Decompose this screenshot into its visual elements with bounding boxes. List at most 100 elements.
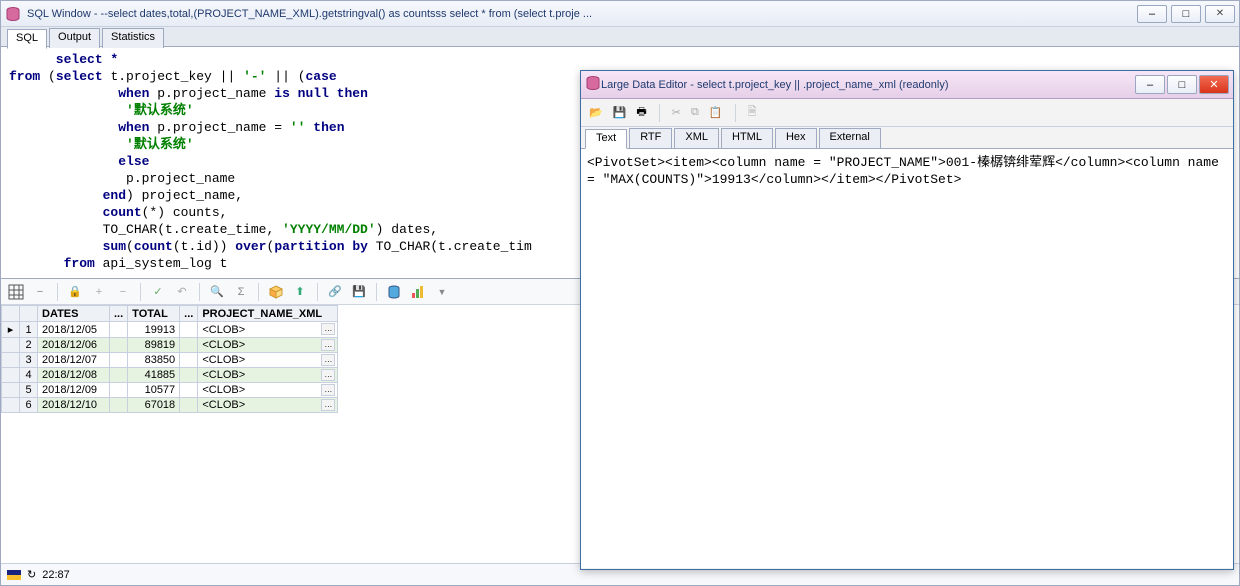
- folder-open-icon[interactable]: 📂: [589, 106, 603, 119]
- save-icon[interactable]: 💾: [350, 283, 368, 301]
- cell-dates[interactable]: 2018/12/07: [38, 353, 110, 368]
- cell-xml[interactable]: <CLOB>…: [198, 322, 338, 338]
- save-icon[interactable]: 💾: [613, 106, 627, 119]
- sql-line: 'YYYY/MM/DD': [282, 222, 376, 237]
- table-row[interactable]: 42018/12/0841885<CLOB>…: [2, 368, 338, 383]
- cell-total[interactable]: 67018: [128, 398, 180, 413]
- cell-xml[interactable]: <CLOB>…: [198, 353, 338, 368]
- table-row[interactable]: 62018/12/1067018<CLOB>…: [2, 398, 338, 413]
- cell-dates[interactable]: 2018/12/10: [38, 398, 110, 413]
- cell-xml[interactable]: <CLOB>…: [198, 383, 338, 398]
- cell-total[interactable]: 41885: [128, 368, 180, 383]
- maximize-button[interactable]: □: [1171, 5, 1201, 23]
- close-button[interactable]: ✕: [1205, 5, 1235, 23]
- tab-output[interactable]: Output: [49, 28, 100, 48]
- binoculars-icon[interactable]: 🔍: [208, 283, 226, 301]
- toolbar-sep: [659, 104, 660, 122]
- titlebar[interactable]: SQL Window - --select dates,total,(PROJE…: [1, 1, 1239, 27]
- row-marker: [2, 398, 20, 413]
- clob-expand-button[interactable]: …: [321, 354, 335, 366]
- cell-total[interactable]: 89819: [128, 338, 180, 353]
- toolbar-sep: [258, 283, 259, 301]
- sql-line: then: [305, 120, 344, 135]
- window-buttons: – □ ✕: [1137, 5, 1235, 23]
- main-tabstrip: SQL Output Statistics: [1, 27, 1239, 47]
- toolbar-sep: [317, 283, 318, 301]
- cell-dates[interactable]: 2018/12/08: [38, 368, 110, 383]
- cursor-position: 22:87: [42, 569, 70, 581]
- sql-line: over: [235, 239, 266, 254]
- cell-xml[interactable]: <CLOB>…: [198, 398, 338, 413]
- cell-dates[interactable]: 2018/12/06: [38, 338, 110, 353]
- cube-icon[interactable]: [267, 283, 285, 301]
- grid-icon[interactable]: [7, 283, 25, 301]
- cell-total[interactable]: 10577: [128, 383, 180, 398]
- grid-header-total[interactable]: TOTAL: [128, 306, 180, 322]
- tab-rtf[interactable]: RTF: [629, 128, 672, 148]
- print-icon[interactable]: 🖶: [636, 103, 646, 122]
- tab-text[interactable]: Text: [585, 129, 627, 149]
- cell-sep: [180, 353, 198, 368]
- tab-external[interactable]: External: [819, 128, 881, 148]
- sigma-icon[interactable]: Σ: [232, 283, 250, 301]
- clob-expand-button[interactable]: …: [321, 323, 335, 335]
- cell-total[interactable]: 19913: [128, 322, 180, 338]
- editor-minimize-button[interactable]: –: [1135, 75, 1165, 94]
- minus2-icon[interactable]: −: [114, 283, 132, 301]
- database-icon[interactable]: [385, 283, 403, 301]
- row-number: 2: [20, 338, 38, 353]
- data-editor-window[interactable]: Large Data Editor - select t.project_key…: [580, 70, 1234, 570]
- editor-toolbar: 📂 💾 🖶 ✂ ⧉ 📋 🗎: [581, 99, 1233, 127]
- check-icon[interactable]: ✓: [149, 283, 167, 301]
- plus-icon[interactable]: +: [90, 283, 108, 301]
- cell-sep: [180, 398, 198, 413]
- cell-dates[interactable]: 2018/12/09: [38, 383, 110, 398]
- row-number: 1: [20, 322, 38, 338]
- clob-expand-button[interactable]: …: [321, 369, 335, 381]
- cell-xml[interactable]: <CLOB>…: [198, 338, 338, 353]
- sql-line: sum: [9, 239, 126, 254]
- tab-statistics[interactable]: Statistics: [102, 28, 164, 48]
- close-icon: ✕: [1216, 8, 1224, 19]
- minimize-icon: –: [1149, 8, 1155, 20]
- copy-icon[interactable]: ⧉: [691, 106, 699, 119]
- tab-hex[interactable]: Hex: [775, 128, 817, 148]
- tab-html[interactable]: HTML: [721, 128, 773, 148]
- toolbar-sep: [735, 104, 736, 122]
- table-row[interactable]: ▸12018/12/0519913<CLOB>…: [2, 322, 338, 338]
- clob-expand-button[interactable]: …: [321, 339, 335, 351]
- table-row[interactable]: 52018/12/0910577<CLOB>…: [2, 383, 338, 398]
- sql-line: case: [306, 69, 337, 84]
- paste-icon[interactable]: 📋: [709, 106, 723, 119]
- editor-maximize-button[interactable]: □: [1167, 75, 1197, 94]
- cell-sep: [180, 383, 198, 398]
- tab-xml[interactable]: XML: [674, 128, 719, 148]
- results-grid[interactable]: DATES ... TOTAL ... PROJECT_NAME_XML ▸12…: [1, 305, 338, 413]
- chevron-down-icon[interactable]: ▼: [433, 283, 451, 301]
- tab-sql[interactable]: SQL: [7, 29, 47, 49]
- minus-icon[interactable]: −: [31, 283, 49, 301]
- undo-icon[interactable]: ↶: [173, 283, 191, 301]
- editor-titlebar[interactable]: Large Data Editor - select t.project_key…: [581, 71, 1233, 99]
- editor-content[interactable]: <PivotSet><item><column name = "PROJECT_…: [581, 149, 1233, 568]
- link-icon[interactable]: 🔗: [326, 283, 344, 301]
- chart-icon[interactable]: [409, 283, 427, 301]
- cut-icon[interactable]: ✂: [672, 106, 681, 119]
- table-row[interactable]: 32018/12/0783850<CLOB>…: [2, 353, 338, 368]
- sql-line: ) project_name,: [126, 188, 243, 203]
- arrowup-icon[interactable]: ⬆: [291, 283, 309, 301]
- minimize-button[interactable]: –: [1137, 5, 1167, 23]
- grid-header-xml[interactable]: PROJECT_NAME_XML: [198, 306, 338, 322]
- cell-dates[interactable]: 2018/12/05: [38, 322, 110, 338]
- sql-line: TO_CHAR(t.create_tim: [368, 239, 532, 254]
- editor-close-button[interactable]: ✕: [1199, 75, 1229, 94]
- cell-total[interactable]: 83850: [128, 353, 180, 368]
- clob-expand-button[interactable]: …: [321, 399, 335, 411]
- doc-icon[interactable]: 🗎: [748, 103, 757, 122]
- cell-xml[interactable]: <CLOB>…: [198, 368, 338, 383]
- clob-expand-button[interactable]: …: [321, 384, 335, 396]
- lock-icon[interactable]: 🔒: [66, 283, 84, 301]
- grid-header-dates[interactable]: DATES: [38, 306, 110, 322]
- table-row[interactable]: 22018/12/06 89819 <CLOB>…: [2, 338, 338, 353]
- app-icon: [5, 6, 21, 22]
